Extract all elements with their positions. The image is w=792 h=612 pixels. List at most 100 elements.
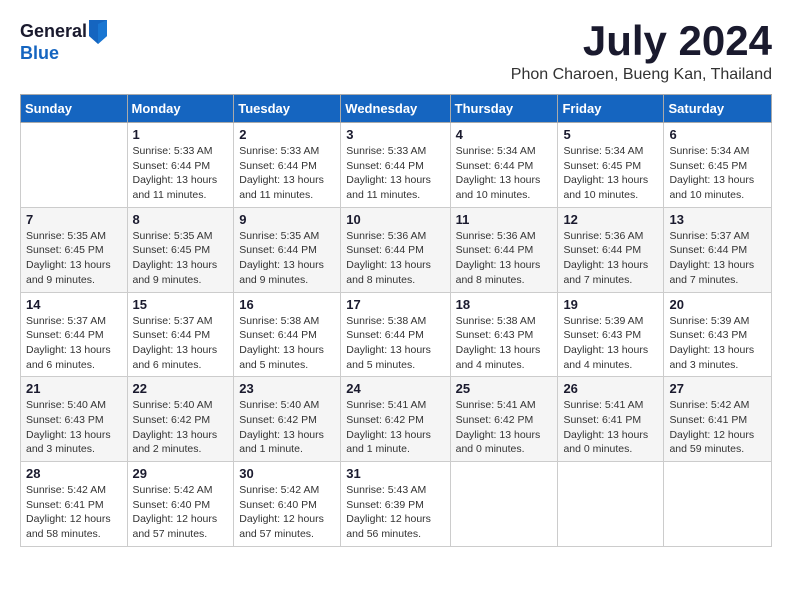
calendar-week-0: 1Sunrise: 5:33 AM Sunset: 6:44 PM Daylig… bbox=[21, 123, 772, 208]
day-number: 16 bbox=[239, 297, 335, 312]
calendar-cell: 8 Sunrise: 5:35 AM Sunset: 6:45 PM Daylig… bbox=[127, 207, 234, 292]
calendar-cell: 19 Sunrise: 5:39 AM Sunset: 6:43 PM Dayli… bbox=[558, 292, 664, 377]
day-number: 21 bbox=[26, 381, 122, 396]
day-number: 14 bbox=[26, 297, 122, 312]
day-info: Sunrise: 5:35 AM Sunset: 6:44 PM Dayligh… bbox=[239, 229, 335, 288]
calendar-cell: 15Sunrise: 5:37 AM Sunset: 6:44 PM Dayli… bbox=[127, 292, 234, 377]
day-info: Sunrise: 5:40 AM Sunset: 6:42 PM Dayligh… bbox=[239, 398, 335, 457]
header-cell-tuesday: Tuesday bbox=[234, 95, 341, 123]
calendar-cell: 24 Sunrise: 5:41 AM Sunset: 6:42 PM Dayli… bbox=[341, 377, 450, 462]
calendar-cell: 30Sunrise: 5:42 AM Sunset: 6:40 PM Dayli… bbox=[234, 462, 341, 547]
calendar-cell: 3 Sunrise: 5:33 AM Sunset: 6:44 PM Daylig… bbox=[341, 123, 450, 208]
day-number: 3 bbox=[346, 127, 444, 142]
day-info: Sunrise: 5:36 AM Sunset: 6:44 PM Dayligh… bbox=[563, 229, 658, 288]
logo-text: General Blue bbox=[20, 20, 107, 64]
page-header: General Blue July 2024 Phon Charoen, Bue… bbox=[20, 20, 772, 84]
day-info: Sunrise: 5:33 AM Sunset: 6:44 PM Dayligh… bbox=[346, 144, 444, 203]
calendar-table: SundayMondayTuesdayWednesdayThursdayFrid… bbox=[20, 94, 772, 547]
day-info: Sunrise: 5:37 AM Sunset: 6:44 PM Dayligh… bbox=[26, 314, 122, 373]
calendar-cell: 13Sunrise: 5:37 AM Sunset: 6:44 PM Dayli… bbox=[664, 207, 772, 292]
day-number: 27 bbox=[669, 381, 766, 396]
day-info: Sunrise: 5:36 AM Sunset: 6:44 PM Dayligh… bbox=[456, 229, 553, 288]
title-block: July 2024 Phon Charoen, Bueng Kan, Thail… bbox=[511, 20, 772, 84]
calendar-cell: 28 Sunrise: 5:42 AM Sunset: 6:41 PM Dayli… bbox=[21, 462, 128, 547]
calendar-cell: 9Sunrise: 5:35 AM Sunset: 6:44 PM Daylig… bbox=[234, 207, 341, 292]
calendar-cell bbox=[21, 123, 128, 208]
day-number: 22 bbox=[133, 381, 229, 396]
calendar-body: 1Sunrise: 5:33 AM Sunset: 6:44 PM Daylig… bbox=[21, 123, 772, 547]
calendar-cell: 7 Sunrise: 5:35 AM Sunset: 6:45 PM Daylig… bbox=[21, 207, 128, 292]
day-info: Sunrise: 5:41 AM Sunset: 6:42 PM Dayligh… bbox=[346, 398, 444, 457]
day-info: Sunrise: 5:34 AM Sunset: 6:45 PM Dayligh… bbox=[563, 144, 658, 203]
day-info: Sunrise: 5:39 AM Sunset: 6:43 PM Dayligh… bbox=[563, 314, 658, 373]
day-info: Sunrise: 5:35 AM Sunset: 6:45 PM Dayligh… bbox=[26, 229, 122, 288]
calendar-cell bbox=[558, 462, 664, 547]
header-cell-wednesday: Wednesday bbox=[341, 95, 450, 123]
day-number: 28 bbox=[26, 466, 122, 481]
day-number: 11 bbox=[456, 212, 553, 227]
day-number: 17 bbox=[346, 297, 444, 312]
day-info: Sunrise: 5:42 AM Sunset: 6:41 PM Dayligh… bbox=[669, 398, 766, 457]
calendar-cell: 18 Sunrise: 5:38 AM Sunset: 6:43 PM Dayli… bbox=[450, 292, 558, 377]
day-number: 5 bbox=[563, 127, 658, 142]
calendar-week-1: 7 Sunrise: 5:35 AM Sunset: 6:45 PM Daylig… bbox=[21, 207, 772, 292]
day-info: Sunrise: 5:40 AM Sunset: 6:42 PM Dayligh… bbox=[133, 398, 229, 457]
calendar-cell: 22 Sunrise: 5:40 AM Sunset: 6:42 PM Dayli… bbox=[127, 377, 234, 462]
day-info: Sunrise: 5:33 AM Sunset: 6:44 PM Dayligh… bbox=[133, 144, 229, 203]
day-info: Sunrise: 5:42 AM Sunset: 6:40 PM Dayligh… bbox=[239, 483, 335, 542]
month-year-title: July 2024 bbox=[511, 20, 772, 62]
calendar-cell: 16 Sunrise: 5:38 AM Sunset: 6:44 PM Dayli… bbox=[234, 292, 341, 377]
header-cell-monday: Monday bbox=[127, 95, 234, 123]
day-number: 18 bbox=[456, 297, 553, 312]
calendar-cell: 23 Sunrise: 5:40 AM Sunset: 6:42 PM Dayli… bbox=[234, 377, 341, 462]
day-info: Sunrise: 5:39 AM Sunset: 6:43 PM Dayligh… bbox=[669, 314, 766, 373]
logo-blue: Blue bbox=[20, 44, 107, 64]
day-info: Sunrise: 5:43 AM Sunset: 6:39 PM Dayligh… bbox=[346, 483, 444, 542]
location-subtitle: Phon Charoen, Bueng Kan, Thailand bbox=[511, 66, 772, 84]
calendar-cell: 17Sunrise: 5:38 AM Sunset: 6:44 PM Dayli… bbox=[341, 292, 450, 377]
day-info: Sunrise: 5:40 AM Sunset: 6:43 PM Dayligh… bbox=[26, 398, 122, 457]
calendar-cell: 4 Sunrise: 5:34 AM Sunset: 6:44 PM Daylig… bbox=[450, 123, 558, 208]
logo-icon bbox=[89, 20, 107, 44]
day-number: 25 bbox=[456, 381, 553, 396]
day-number: 2 bbox=[239, 127, 335, 142]
day-info: Sunrise: 5:34 AM Sunset: 6:45 PM Dayligh… bbox=[669, 144, 766, 203]
day-info: Sunrise: 5:35 AM Sunset: 6:45 PM Dayligh… bbox=[133, 229, 229, 288]
day-number: 12 bbox=[563, 212, 658, 227]
day-info: Sunrise: 5:34 AM Sunset: 6:44 PM Dayligh… bbox=[456, 144, 553, 203]
day-info: Sunrise: 5:41 AM Sunset: 6:41 PM Dayligh… bbox=[563, 398, 658, 457]
calendar-cell: 11 Sunrise: 5:36 AM Sunset: 6:44 PM Dayli… bbox=[450, 207, 558, 292]
day-number: 6 bbox=[669, 127, 766, 142]
calendar-cell: 27 Sunrise: 5:42 AM Sunset: 6:41 PM Dayli… bbox=[664, 377, 772, 462]
calendar-cell: 21 Sunrise: 5:40 AM Sunset: 6:43 PM Dayli… bbox=[21, 377, 128, 462]
day-number: 8 bbox=[133, 212, 229, 227]
day-number: 24 bbox=[346, 381, 444, 396]
calendar-cell bbox=[664, 462, 772, 547]
day-info: Sunrise: 5:38 AM Sunset: 6:43 PM Dayligh… bbox=[456, 314, 553, 373]
day-number: 19 bbox=[563, 297, 658, 312]
calendar-cell: 26 Sunrise: 5:41 AM Sunset: 6:41 PM Dayli… bbox=[558, 377, 664, 462]
day-number: 7 bbox=[26, 212, 122, 227]
calendar-cell: 20Sunrise: 5:39 AM Sunset: 6:43 PM Dayli… bbox=[664, 292, 772, 377]
calendar-week-4: 28 Sunrise: 5:42 AM Sunset: 6:41 PM Dayli… bbox=[21, 462, 772, 547]
day-number: 26 bbox=[563, 381, 658, 396]
calendar-cell: 14 Sunrise: 5:37 AM Sunset: 6:44 PM Dayli… bbox=[21, 292, 128, 377]
day-info: Sunrise: 5:42 AM Sunset: 6:41 PM Dayligh… bbox=[26, 483, 122, 542]
day-info: Sunrise: 5:38 AM Sunset: 6:44 PM Dayligh… bbox=[239, 314, 335, 373]
calendar-header-row: SundayMondayTuesdayWednesdayThursdayFrid… bbox=[21, 95, 772, 123]
calendar-cell: 1Sunrise: 5:33 AM Sunset: 6:44 PM Daylig… bbox=[127, 123, 234, 208]
day-number: 13 bbox=[669, 212, 766, 227]
calendar-cell: 10Sunrise: 5:36 AM Sunset: 6:44 PM Dayli… bbox=[341, 207, 450, 292]
logo-general: General bbox=[20, 22, 87, 42]
header-cell-sunday: Sunday bbox=[21, 95, 128, 123]
header-cell-friday: Friday bbox=[558, 95, 664, 123]
logo: General Blue bbox=[20, 20, 107, 64]
day-number: 23 bbox=[239, 381, 335, 396]
calendar-cell: 2Sunrise: 5:33 AM Sunset: 6:44 PM Daylig… bbox=[234, 123, 341, 208]
day-number: 31 bbox=[346, 466, 444, 481]
calendar-cell: 31 Sunrise: 5:43 AM Sunset: 6:39 PM Dayli… bbox=[341, 462, 450, 547]
calendar-week-3: 21 Sunrise: 5:40 AM Sunset: 6:43 PM Dayli… bbox=[21, 377, 772, 462]
day-info: Sunrise: 5:41 AM Sunset: 6:42 PM Dayligh… bbox=[456, 398, 553, 457]
calendar-cell: 5 Sunrise: 5:34 AM Sunset: 6:45 PM Daylig… bbox=[558, 123, 664, 208]
day-number: 4 bbox=[456, 127, 553, 142]
